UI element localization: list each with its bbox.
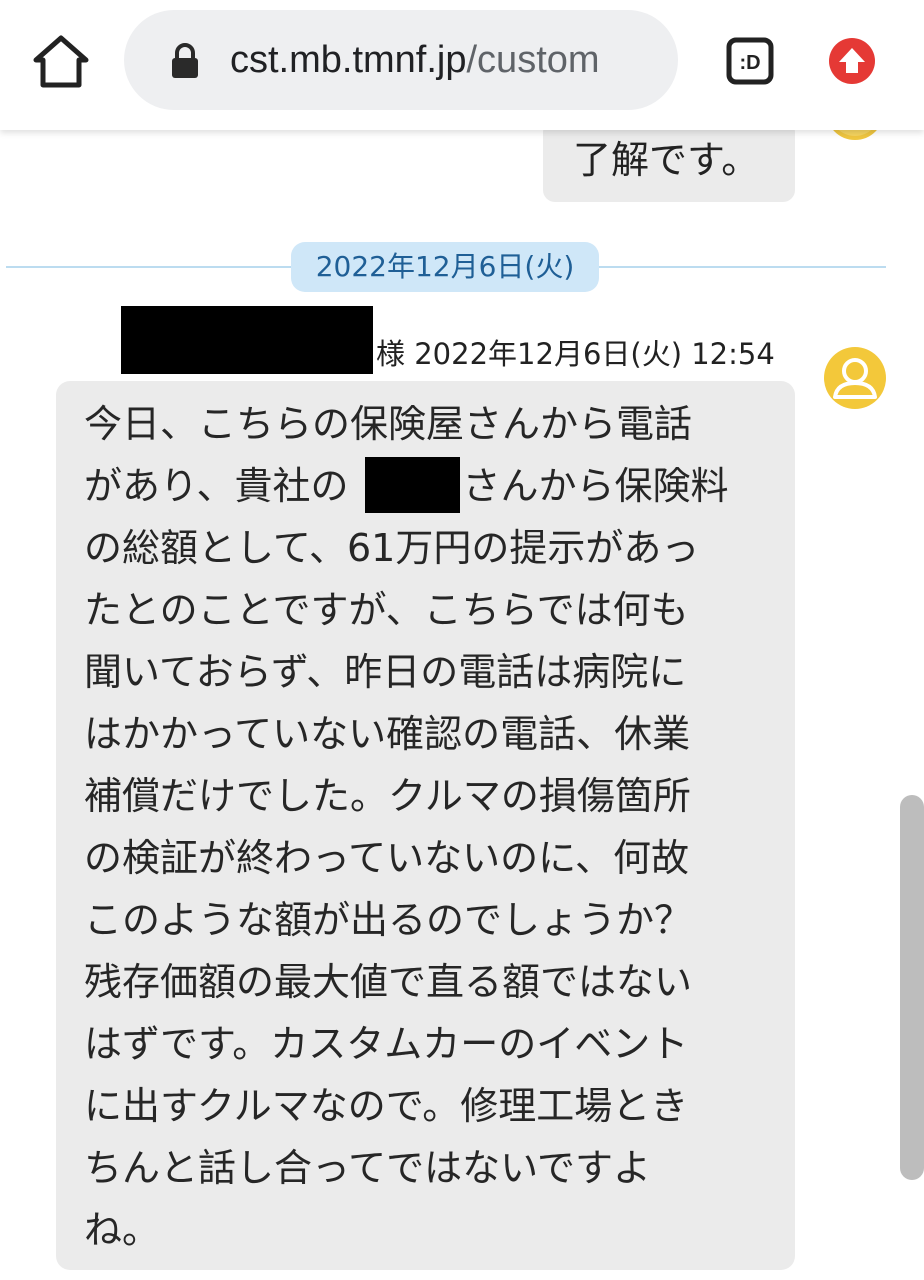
url-text: cst.mb.tmnf.jp/custom bbox=[230, 36, 670, 84]
lock-icon bbox=[170, 43, 200, 79]
redacted-staff-name bbox=[365, 457, 460, 513]
browser-toolbar: cst.mb.tmnf.jp/custom :D bbox=[0, 0, 924, 130]
home-icon[interactable] bbox=[30, 33, 92, 91]
message-timestamp: 2022年12月6日(火) 12:54 bbox=[414, 337, 775, 371]
message-line: に出すクルマなので。修理工場とき bbox=[84, 1084, 689, 1128]
scrollbar-thumb[interactable] bbox=[900, 795, 924, 1180]
address-bar[interactable]: cst.mb.tmnf.jp/custom bbox=[124, 10, 678, 110]
message-line: 今日、こちらの保険屋さんから電話 bbox=[84, 402, 693, 446]
redacted-sender-name bbox=[121, 306, 373, 374]
message-line: の総額として、61万円の提示があっ bbox=[84, 526, 700, 570]
message-line: はずです。カスタムカーのイベント bbox=[84, 1022, 689, 1066]
upload-arrow-icon[interactable] bbox=[828, 37, 876, 85]
outgoing-message-text: 了解です。 bbox=[573, 138, 760, 182]
outgoing-message-bubble: 了解です。 bbox=[543, 120, 795, 202]
message-line: 補償だけでした。クルマの損傷箇所 bbox=[84, 774, 691, 818]
user-avatar-icon[interactable] bbox=[824, 347, 886, 409]
message-line: はかかっていない確認の電話、休業 bbox=[84, 712, 691, 756]
sender-suffix: 様 bbox=[376, 337, 406, 371]
message-meta: 様 2022年12月6日(火) 12:54 bbox=[376, 334, 775, 374]
tab-switcher-icon[interactable]: :D bbox=[726, 37, 774, 85]
message-line: このような額が出るのでしょうか？ bbox=[84, 898, 693, 942]
message-line: 聞いておらず、昨日の電話は病院に bbox=[84, 650, 687, 694]
url-path: /custom bbox=[466, 39, 600, 81]
message-line: の検証が終わっていないのに、何故 bbox=[84, 836, 689, 880]
message-line: ちんと話し合ってではないですよ bbox=[84, 1146, 651, 1190]
date-separator: 2022年12月6日(火) bbox=[291, 242, 599, 292]
incoming-message-text: 今日、こちらの保険屋さんから電話 があり、貴社の さんから保険料 の総額として、… bbox=[84, 393, 764, 1261]
message-line: ね。 bbox=[84, 1208, 161, 1252]
message-line: たとのことですが、こちらでは何も bbox=[84, 588, 689, 632]
message-line: 残存価額の最大値で直る額ではない bbox=[84, 960, 693, 1004]
tabs-label: :D bbox=[739, 52, 760, 74]
url-host: cst.mb.tmnf.jp bbox=[230, 39, 467, 81]
